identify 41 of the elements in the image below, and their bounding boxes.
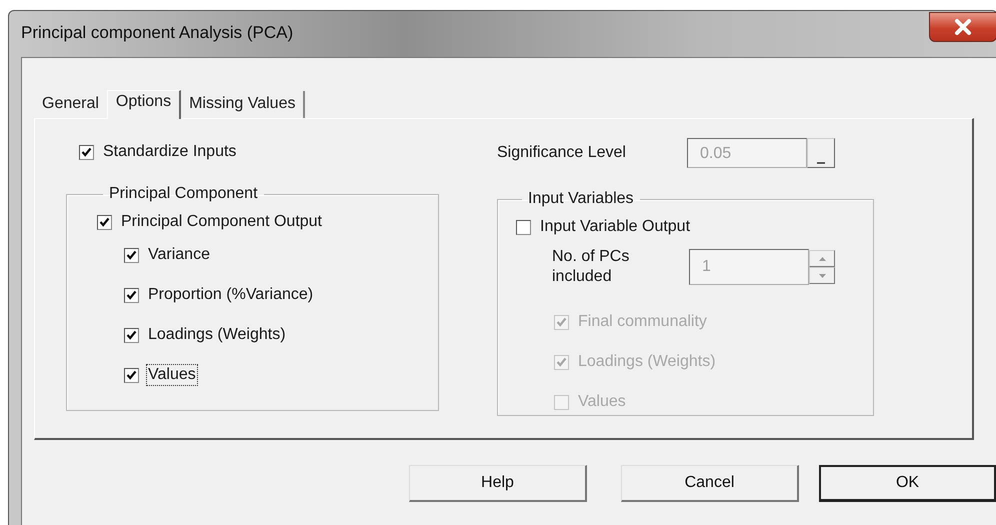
checkmark-icon (126, 250, 137, 260)
window-title: Principal component Analysis (PCA) (21, 23, 294, 43)
checkbox-label: Values (148, 366, 196, 384)
checkbox[interactable] (516, 220, 531, 234)
checkbox[interactable] (124, 328, 139, 342)
dialog-button[interactable]: OK (819, 465, 996, 502)
browse-button[interactable] (807, 138, 835, 168)
checkbox-label: Loadings (Weights) (578, 353, 716, 371)
up-arrow-icon (818, 256, 826, 260)
checkmark-icon (126, 370, 137, 380)
checkbox-label: Proportion (%Variance) (148, 286, 314, 304)
checkbox-label: Input Variable Output (540, 218, 690, 236)
checkmark-icon (99, 216, 110, 228)
checkbox-label: Principal Component Output (121, 213, 322, 231)
checkmark-icon (556, 356, 567, 368)
spin-up-button[interactable] (809, 250, 835, 267)
close-button[interactable] (929, 12, 996, 42)
checkbox[interactable] (124, 368, 139, 382)
checkbox[interactable] (79, 144, 94, 160)
checkbox-label: Standardize Inputs (103, 143, 236, 161)
checkmark-icon (81, 146, 92, 158)
group-title: Input Variables (527, 190, 635, 208)
dialog-button[interactable]: Cancel (621, 465, 799, 502)
close-icon (953, 19, 973, 35)
group-title: Principal Component (108, 185, 259, 203)
checkmark-icon (556, 316, 567, 328)
tab[interactable]: Options (106, 90, 182, 119)
field-label: No. of PCs included (552, 247, 630, 287)
dialog-button[interactable]: Help (409, 465, 587, 502)
checkmark-icon (126, 330, 137, 340)
down-arrow-icon (818, 274, 826, 278)
checkbox-label: Final communality (578, 313, 707, 331)
checkbox-label: Variance (148, 246, 210, 264)
checkbox-label: Loadings (Weights) (148, 326, 286, 344)
checkbox[interactable] (97, 214, 112, 230)
checkbox[interactable] (124, 248, 139, 262)
checkbox[interactable] (124, 288, 139, 302)
checkbox-label: Values (578, 393, 626, 411)
field-label: Significance Level (497, 144, 627, 162)
checkmark-icon (126, 290, 137, 300)
spin-down-button[interactable] (809, 267, 835, 284)
